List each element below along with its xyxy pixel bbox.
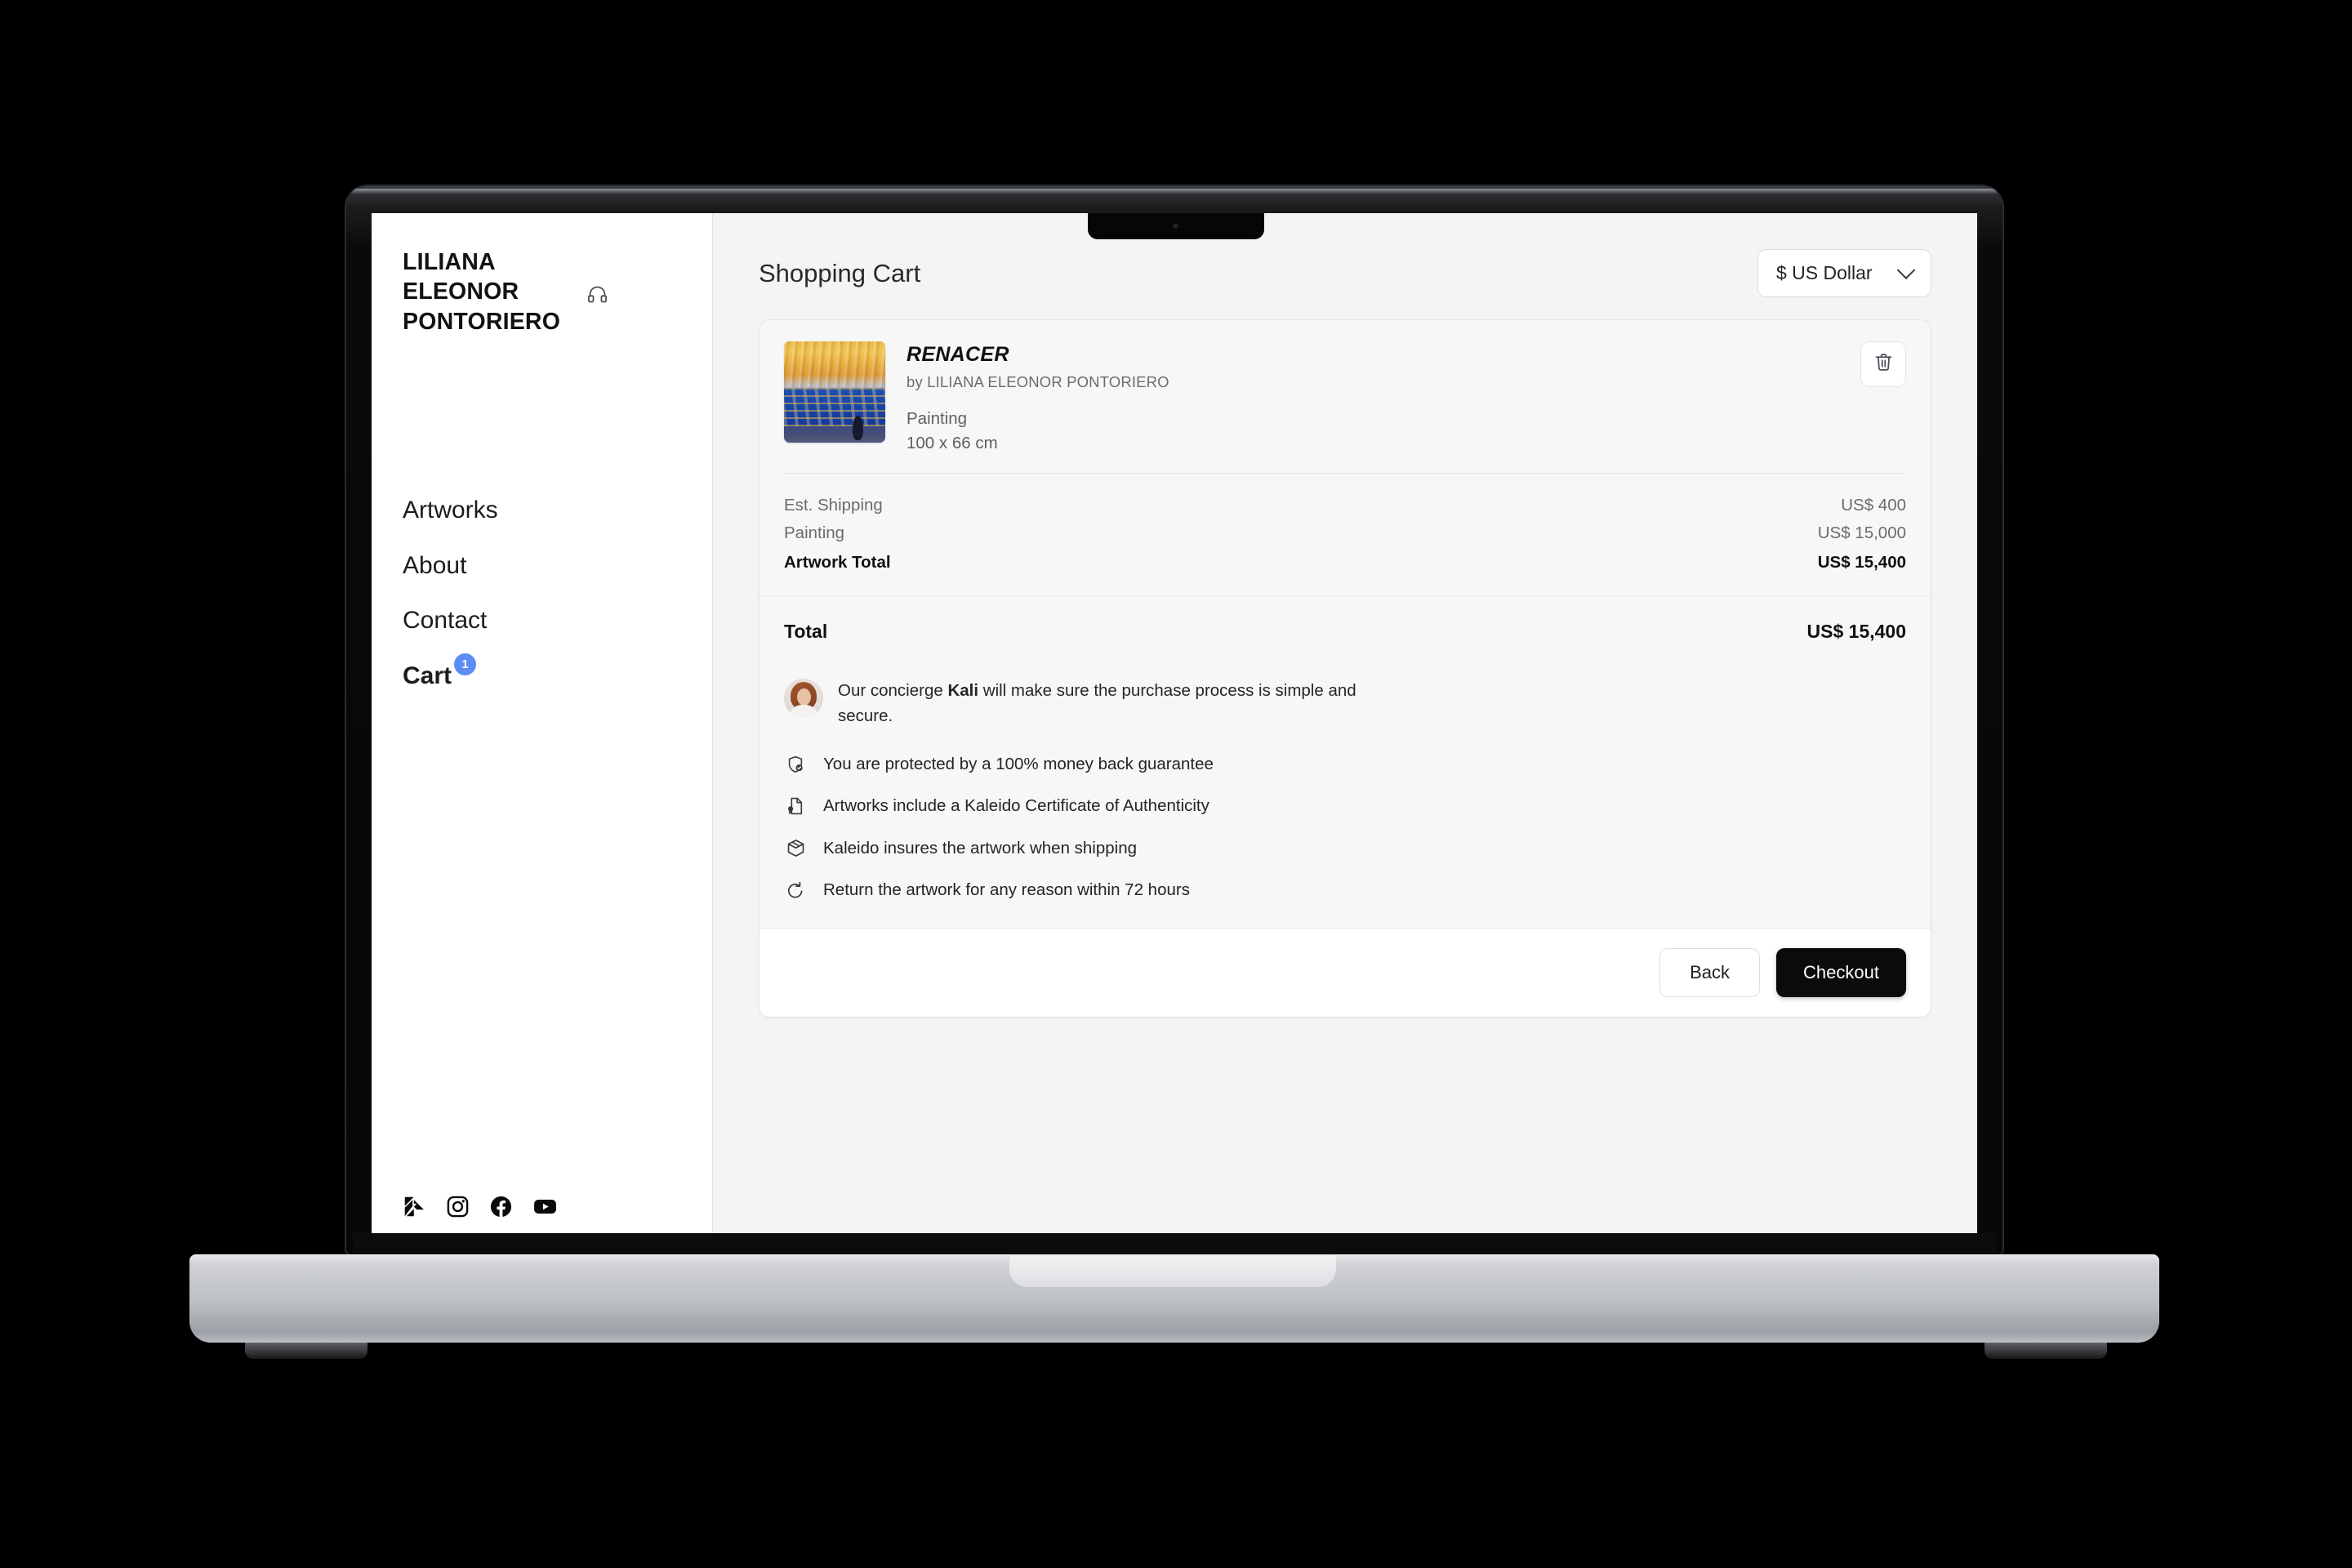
chevron-down-icon: [1896, 260, 1916, 279]
price-value: US$ 15,400: [1817, 552, 1906, 572]
sidebar-item-label: Cart: [403, 662, 452, 689]
currency-selector[interactable]: $ US Dollar: [1757, 249, 1931, 297]
artwork-price-rows: Est. Shipping US$ 400 Painting US$ 15,00…: [784, 473, 1906, 576]
youtube-icon[interactable]: [532, 1194, 558, 1219]
sidebar: LILIANA ELEONOR PONTORIERO Artworks Abou…: [372, 213, 713, 1249]
price-row: Est. Shipping US$ 400: [784, 492, 1906, 519]
main-content: Shopping Cart $ US Dollar RENACER by LIL…: [713, 213, 1977, 1249]
guarantee-features: You are protected by a 100% money back g…: [760, 755, 1931, 928]
shield-check-icon: [784, 755, 807, 774]
main-header: Shopping Cart $ US Dollar: [759, 249, 1931, 297]
total-value: US$ 15,400: [1806, 621, 1906, 643]
cart-count-badge: 1: [454, 653, 477, 675]
sidebar-item-artworks[interactable]: Artworks: [403, 497, 498, 525]
feature-text: Artworks include a Kaleido Certificate o…: [823, 796, 1209, 816]
return-arrow-icon: [784, 880, 807, 900]
currency-value: $ US Dollar: [1776, 262, 1873, 283]
price-row: Painting US$ 15,000: [784, 519, 1906, 547]
screenshot-root: LILIANA ELEONOR PONTORIERO Artworks Abou…: [0, 0, 2352, 1568]
cart-item-top: RENACER by LILIANA ELEONOR PONTORIERO Pa…: [784, 341, 1906, 453]
artwork-category: Painting: [906, 409, 968, 428]
brand-row: LILIANA ELEONOR PONTORIERO: [372, 247, 712, 336]
sidebar-nav: Artworks About Contact Cart 1: [372, 497, 712, 690]
total-label: Total: [784, 621, 828, 643]
sidebar-item-about[interactable]: About: [403, 552, 466, 581]
sidebar-item-label: About: [403, 551, 467, 579]
total-row: Total US$ 15,400: [784, 621, 1906, 643]
artwork-thumbnail[interactable]: [784, 341, 885, 443]
concierge-avatar: [784, 679, 823, 719]
back-button[interactable]: Back: [1659, 948, 1761, 998]
sidebar-item-cart[interactable]: Cart 1: [403, 653, 477, 691]
brand-title: LILIANA ELEONOR PONTORIERO: [403, 249, 561, 335]
feature-item: Return the artwork for any reason within…: [784, 880, 1906, 900]
artwork-title: RENACER: [906, 343, 1009, 366]
cart-panel: RENACER by LILIANA ELEONOR PONTORIERO Pa…: [759, 319, 1931, 1018]
concierge-name: Kali: [947, 681, 979, 701]
remove-item-button[interactable]: [1860, 341, 1906, 387]
webcam-icon: [1173, 224, 1179, 229]
laptop-base-notch: [1009, 1254, 1336, 1287]
laptop-foot-left: [245, 1343, 368, 1359]
feature-text: You are protected by a 100% money back g…: [823, 755, 1214, 774]
concierge-note: Our concierge Kali will make sure the pu…: [760, 679, 1931, 728]
feature-text: Kaleido insures the artwork when shippin…: [823, 838, 1138, 858]
concierge-text: Our concierge Kali will make sure the pu…: [838, 679, 1369, 728]
checkout-button[interactable]: Checkout: [1776, 948, 1906, 998]
cart-item-meta: RENACER by LILIANA ELEONOR PONTORIERO Pa…: [906, 341, 1906, 453]
facebook-icon[interactable]: [489, 1195, 513, 1218]
package-icon: [784, 838, 807, 858]
cart-actions: Back Checkout: [760, 928, 1931, 1018]
trash-icon: [1873, 352, 1894, 376]
cart-item: RENACER by LILIANA ELEONOR PONTORIERO Pa…: [760, 320, 1931, 597]
price-label: Artwork Total: [784, 552, 891, 572]
concierge-text-before: Our concierge: [838, 681, 948, 701]
price-label: Painting: [784, 523, 845, 542]
price-label: Est. Shipping: [784, 496, 883, 514]
price-value: US$ 15,000: [1817, 523, 1906, 542]
sidebar-item-label: Contact: [403, 607, 488, 635]
headphones-icon[interactable]: [586, 283, 608, 310]
page-title: Shopping Cart: [759, 258, 921, 287]
feature-item: Kaleido insures the artwork when shippin…: [784, 838, 1906, 858]
artwork-author: by LILIANA ELEONOR PONTORIERO: [906, 373, 1169, 390]
sidebar-item-contact[interactable]: Contact: [403, 607, 487, 635]
price-value: US$ 400: [1841, 496, 1906, 514]
certificate-icon: [784, 796, 807, 816]
kaleido-logo-icon[interactable]: [403, 1195, 426, 1218]
laptop-screen: LILIANA ELEONOR PONTORIERO Artworks Abou…: [372, 213, 1977, 1249]
social-links: [372, 1194, 712, 1219]
sidebar-item-label: Artworks: [403, 497, 498, 524]
artwork-dimensions: 100 x 66 cm: [906, 434, 998, 452]
price-row: Artwork Total US$ 15,400: [784, 549, 1906, 577]
laptop-foot-right: [1984, 1343, 2107, 1359]
feature-item: You are protected by a 100% money back g…: [784, 755, 1906, 774]
feature-item: Artworks include a Kaleido Certificate o…: [784, 796, 1906, 816]
cart-totals: Total US$ 15,400: [760, 596, 1931, 648]
laptop-hinge: [353, 1233, 1996, 1256]
laptop-notch: [1088, 213, 1264, 239]
feature-text: Return the artwork for any reason within…: [823, 880, 1190, 900]
instagram-icon[interactable]: [446, 1195, 470, 1218]
